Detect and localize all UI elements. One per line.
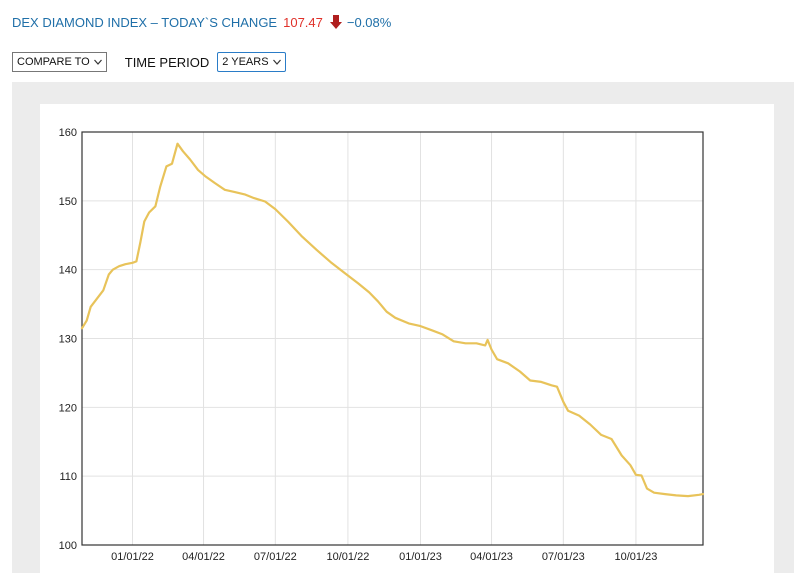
chevron-down-icon: [93, 59, 102, 65]
x-tick-label: 07/01/23: [542, 551, 585, 563]
y-tick-label: 140: [59, 265, 77, 277]
compare-to-dropdown[interactable]: COMPARE TO: [12, 52, 107, 72]
compare-to-label: COMPARE TO: [17, 56, 90, 68]
index-title: DEX DIAMOND INDEX – TODAY`S CHANGE: [12, 14, 278, 30]
down-arrow-icon: [329, 15, 342, 29]
x-tick-label: 01/01/23: [399, 551, 442, 563]
chart-card: 100 110 120 130 140 150 160 01/01/22 04/01/22 07/…: [40, 104, 774, 573]
y-tick-label: 100: [59, 540, 77, 552]
index-header: DEX DIAMOND INDEX – TODAY`S CHANGE 107.4…: [12, 14, 391, 30]
chart-panel: 100 110 120 130 140 150 160 01/01/22 04/01/22 07/…: [12, 82, 794, 573]
chart-controls: COMPARE TO TIME PERIOD 2 YEARS: [12, 52, 286, 72]
index-change-percent: −0.08%: [346, 14, 392, 30]
y-tick-label: 120: [59, 402, 77, 414]
time-period-value: 2 YEARS: [222, 56, 269, 68]
series-line: [80, 142, 705, 498]
x-tick-label: 01/01/22: [111, 551, 154, 563]
x-tick-label: 04/01/23: [470, 551, 513, 563]
line-chart: 100 110 120 130 140 150 160 01/01/22 04/01/22 07/…: [59, 127, 705, 563]
y-tick-label: 160: [59, 127, 77, 139]
y-tick-label: 130: [59, 334, 77, 346]
x-tick-label: 10/01/23: [615, 551, 658, 563]
x-tick-label: 07/01/22: [254, 551, 297, 563]
y-tick-label: 150: [59, 196, 77, 208]
time-period-dropdown[interactable]: 2 YEARS: [217, 52, 286, 72]
index-value: 107.47: [283, 14, 323, 30]
chevron-down-icon: [272, 59, 281, 65]
x-tick-label: 10/01/22: [327, 551, 370, 563]
time-period-label: TIME PERIOD: [124, 54, 210, 70]
y-tick-label: 110: [59, 471, 77, 483]
x-tick-label: 04/01/22: [182, 551, 225, 563]
